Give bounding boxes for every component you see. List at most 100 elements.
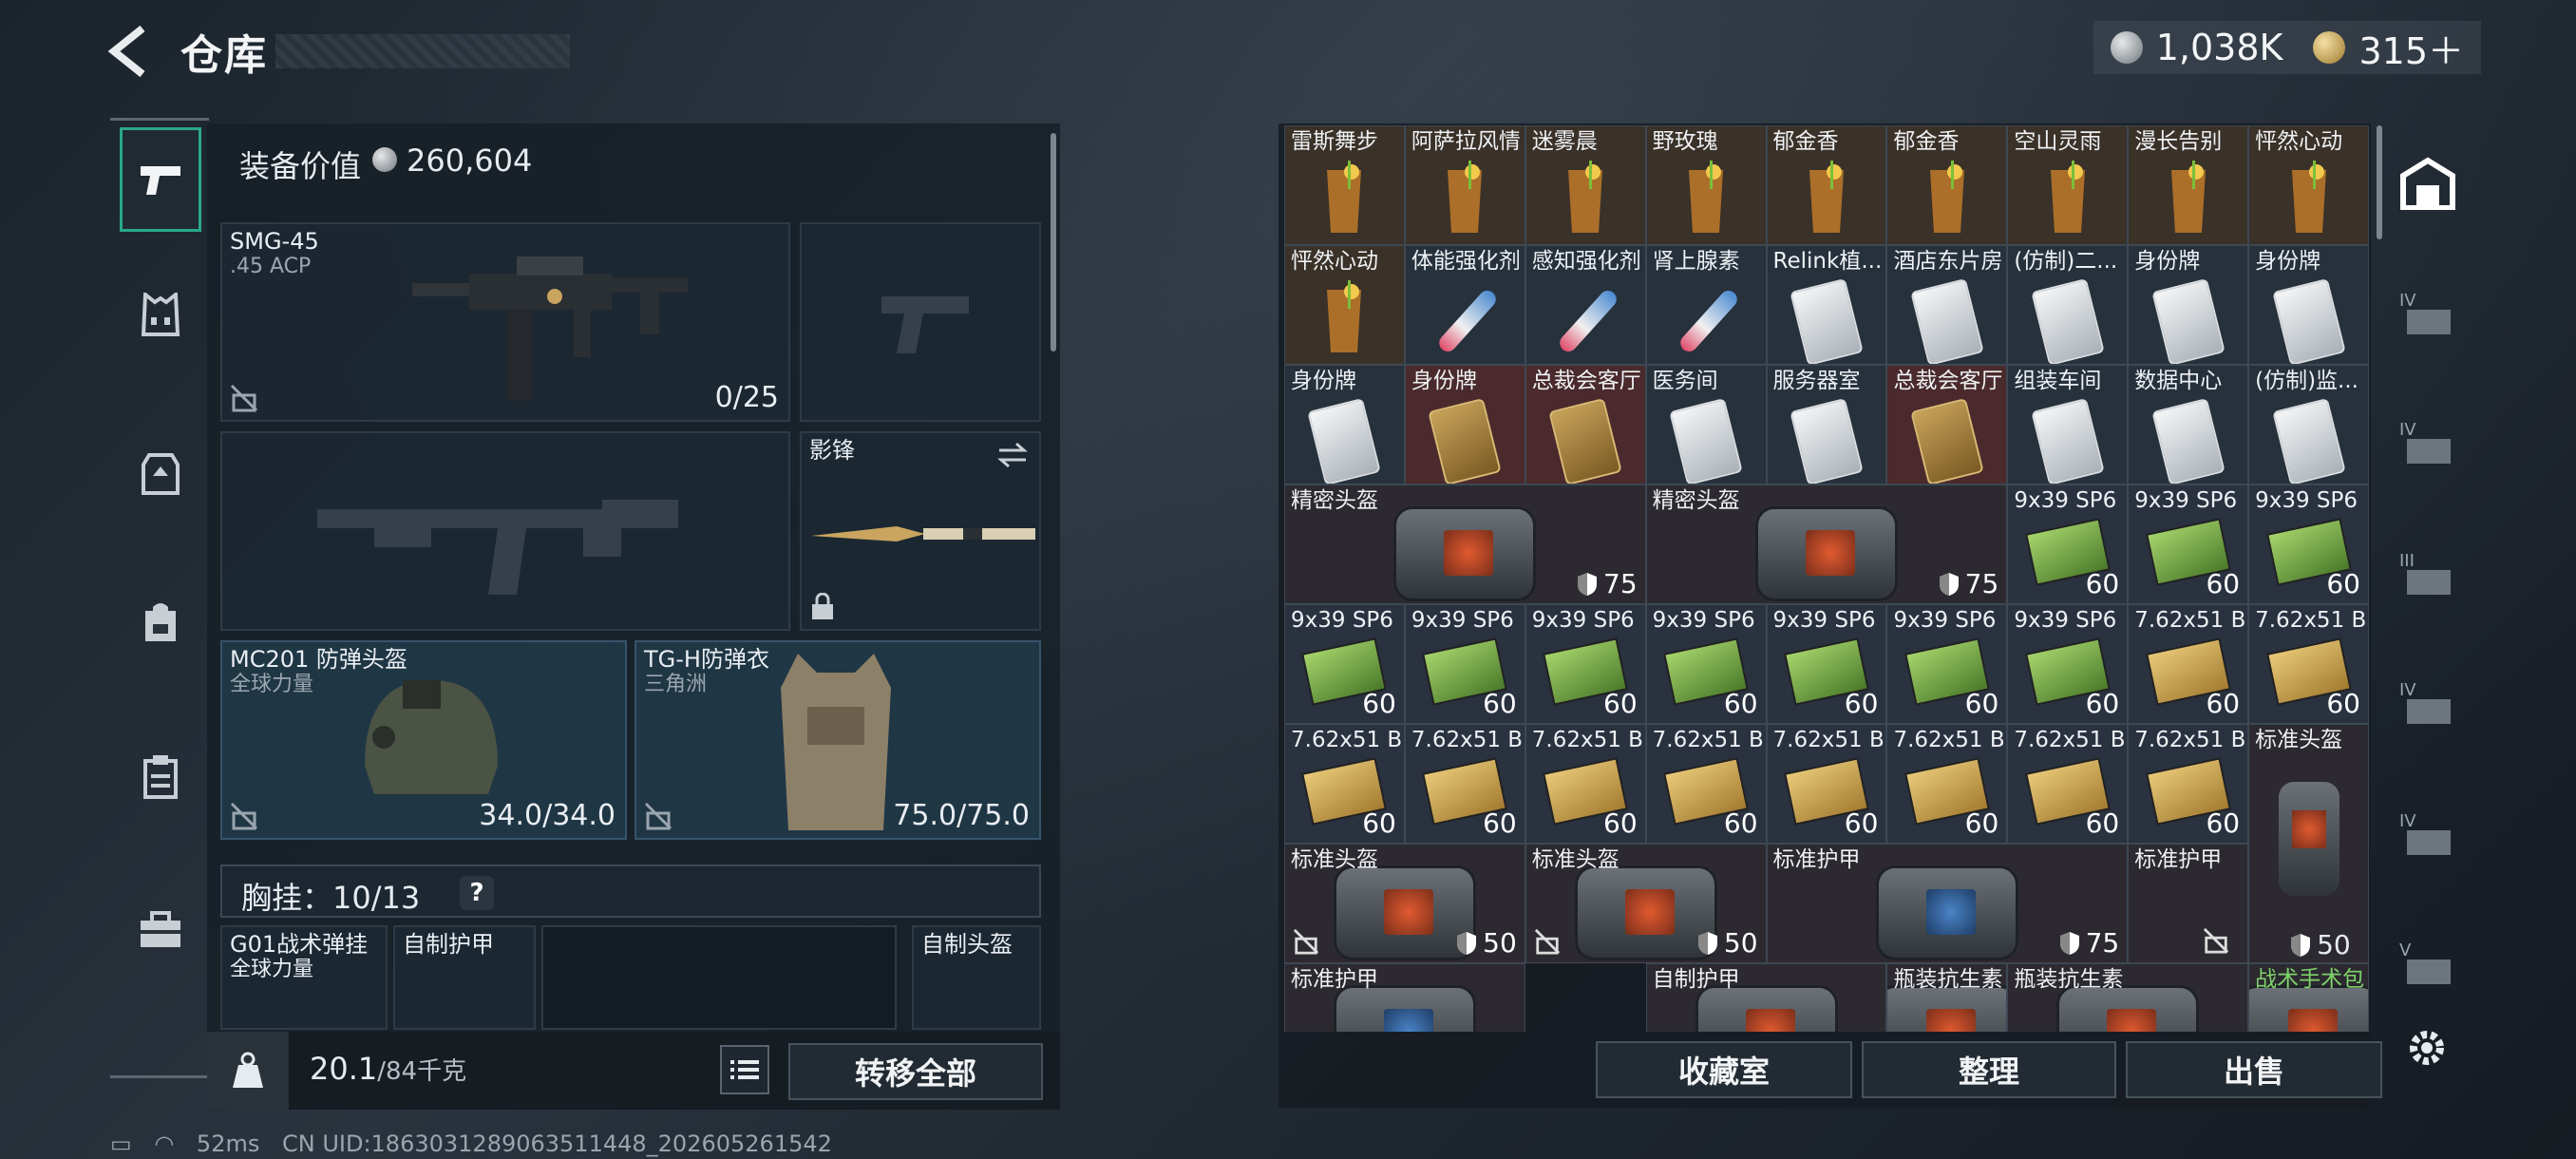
container-tab[interactable]: IV [2388, 790, 2468, 876]
ammo-item[interactable]: 9x39 SP6 60 [1404, 604, 1525, 724]
help-icon[interactable]: ? [460, 876, 494, 910]
gear-item[interactable]: 标准头盔 50 [1284, 844, 1525, 963]
gear-item[interactable]: 瓶装抗生素 [2007, 963, 2249, 1032]
collection-room-button[interactable]: 收藏室 [1596, 1041, 1852, 1098]
armor-slot[interactable]: TG-H防弹衣 三角洲 75.0/75.0 [635, 640, 1041, 840]
container-tab[interactable]: IV [2388, 659, 2468, 745]
container-tab[interactable]: III [2388, 530, 2468, 616]
chest-rig-slot[interactable]: G01战术弹挂 全球力量 [220, 925, 388, 1030]
chest-rig-label: 胸挂：10/13 [241, 880, 421, 916]
keycard-item[interactable]: 组装车间 [2007, 365, 2129, 484]
rail-vest[interactable] [120, 262, 201, 367]
gear-item[interactable]: 自制护甲 [1645, 963, 1887, 1032]
drink-item[interactable]: 怦然心动 [2248, 125, 2369, 245]
drink-item[interactable]: 空山灵雨 [2007, 125, 2129, 245]
keycard-item[interactable]: 数据中心 [2128, 365, 2249, 484]
item-name: 自制护甲 [1652, 967, 1740, 992]
vest-item-slot[interactable]: 自制护甲 [393, 925, 536, 1030]
ammo-item[interactable]: 9x39 SP6 60 [1525, 604, 1646, 724]
ammo-item[interactable]: 7.62x51 BPZ 60 [1766, 724, 1887, 844]
keycard-item[interactable]: 酒店东片房 [1886, 245, 2008, 365]
gold-balance[interactable]: 315＋ [2358, 22, 2464, 74]
ammo-item[interactable]: 9x39 SP6 60 [1886, 604, 2008, 724]
keycard-item[interactable]: 总裁会客厅 [1525, 365, 1646, 484]
ammo-item[interactable]: 9x39 SP6 60 [2007, 604, 2129, 724]
gear-item[interactable]: 标准护甲 [1284, 963, 1525, 1032]
keycard-item[interactable]: 身份牌 [1404, 365, 1525, 484]
gear-item[interactable]: 精密头盔 75 [1284, 484, 1646, 604]
drink-item[interactable]: 郁金香 [1886, 125, 2008, 245]
drink-item[interactable]: 郁金香 [1766, 125, 1887, 245]
gear-item[interactable]: 战术手术包 [2248, 963, 2369, 1032]
ammo-item[interactable]: 7.62x51 BPZ 60 [2007, 724, 2129, 844]
keycard-item[interactable]: 服务器室 [1766, 365, 1887, 484]
drink-item[interactable]: 漫长告别 [2128, 125, 2249, 245]
ammo-item[interactable]: 9x39 SP6 60 [2248, 484, 2369, 604]
keycard-item[interactable]: 身份牌 [1284, 365, 1405, 484]
syringe-item[interactable]: 体能强化剂 [1404, 245, 1525, 365]
vest-empty-slot[interactable] [541, 925, 897, 1030]
melee-slot[interactable]: 影锋 [800, 431, 1041, 631]
ammo-item[interactable]: 7.62x51 BPZ 60 [2248, 604, 2369, 724]
ammo-item[interactable]: 7.62x51 BPZ 60 [1645, 724, 1767, 844]
drink-item[interactable]: 怦然心动 [1284, 245, 1405, 365]
transfer-all-button[interactable]: 转移全部 [788, 1043, 1043, 1100]
settings-gear-icon[interactable] [2403, 1024, 2451, 1072]
ammo-item[interactable]: 9x39 SP6 60 [2007, 484, 2129, 604]
list-view-button[interactable] [720, 1045, 769, 1094]
ammo-item[interactable]: 9x39 SP6 60 [1645, 604, 1767, 724]
syringe-item[interactable]: 感知强化剂 [1525, 245, 1646, 365]
equipment-scrollbar[interactable] [1051, 133, 1056, 352]
item-count: 60 [2085, 568, 2120, 599]
rail-backpack[interactable] [120, 570, 201, 674]
sell-button[interactable]: 出售 [2126, 1041, 2382, 1098]
gear-item[interactable]: 瓶装抗生素 [1886, 963, 2008, 1032]
container-tab[interactable]: IV [2388, 399, 2468, 484]
keycard-item[interactable]: (仿制)二... [2007, 245, 2129, 365]
ammo-item[interactable]: 7.62x51 BPZ 60 [1525, 724, 1646, 844]
container-tab[interactable]: IV [2388, 270, 2468, 355]
keycard-item[interactable]: 身份牌 [2128, 245, 2249, 365]
ammo-item[interactable]: 9x39 SP6 60 [2128, 484, 2249, 604]
ammo-item[interactable]: 9x39 SP6 60 [1284, 604, 1405, 724]
helmet-slot[interactable]: MC201 防弹头盔 全球力量 34.0/34.0 [220, 640, 627, 840]
gear-item[interactable]: 标准头盔 50 [1525, 844, 1767, 963]
keycard-item[interactable]: (仿制)监... [2248, 365, 2369, 484]
drink-item[interactable]: 野玫瑰 [1645, 125, 1767, 245]
unlocked-icon [230, 384, 258, 412]
rifle-slot-empty[interactable] [220, 431, 790, 631]
item-name: 肾上腺素 [1652, 249, 1740, 274]
keycard-icon [1910, 277, 1984, 364]
syringe-item[interactable]: 肾上腺素 [1645, 245, 1767, 365]
keycard-item[interactable]: 医务间 [1645, 365, 1767, 484]
gear-item[interactable]: 标准护甲 75 [1766, 844, 2129, 963]
ammo-item[interactable]: 7.62x51 BPZ 60 [1284, 724, 1405, 844]
drink-item[interactable]: 阿萨拉风情 [1404, 125, 1525, 245]
keycard-item[interactable]: 总裁会客厅 [1886, 365, 2008, 484]
gear-item[interactable]: 标准护甲 [2128, 844, 2249, 963]
storage-home-tab[interactable] [2388, 141, 2468, 226]
vest-item-slot[interactable]: 自制头盔 [912, 925, 1041, 1030]
rail-pouch[interactable] [120, 724, 201, 828]
secondary-weapon-slot[interactable] [800, 222, 1041, 422]
drink-item[interactable]: 迷雾晨 [1525, 125, 1646, 245]
ammo-item[interactable]: 9x39 SP6 60 [1766, 604, 1887, 724]
primary-weapon-slot[interactable]: SMG-45 .45 ACP 0/25 [220, 222, 790, 422]
keycard-item[interactable]: Relink植... [1766, 245, 1887, 365]
ammo-item[interactable]: 7.62x51 BPZ 60 [1404, 724, 1525, 844]
swap-icon[interactable] [995, 441, 1030, 469]
ammo-item[interactable]: 7.62x51 BPZ 60 [1886, 724, 2008, 844]
rail-armor[interactable] [120, 422, 201, 526]
gear-item[interactable]: 标准头盔 [2248, 724, 2369, 963]
rail-weapons[interactable] [120, 127, 201, 232]
keycard-item[interactable]: 身份牌 [2248, 245, 2369, 365]
sort-button[interactable]: 整理 [1862, 1041, 2116, 1098]
rail-secure-case[interactable] [120, 878, 201, 982]
container-tab[interactable]: V [2388, 920, 2468, 1005]
ammo-item[interactable]: 7.62x51 BPZ 60 [2128, 724, 2249, 844]
gear-item[interactable]: 精密头盔 75 [1645, 484, 2008, 604]
back-arrow-icon[interactable] [106, 25, 154, 78]
ammo-item[interactable]: 7.62x51 BPZ 60 [2128, 604, 2249, 724]
drink-item[interactable]: 雷斯舞步 [1284, 125, 1405, 245]
item-durability: 75 [1577, 568, 1638, 599]
